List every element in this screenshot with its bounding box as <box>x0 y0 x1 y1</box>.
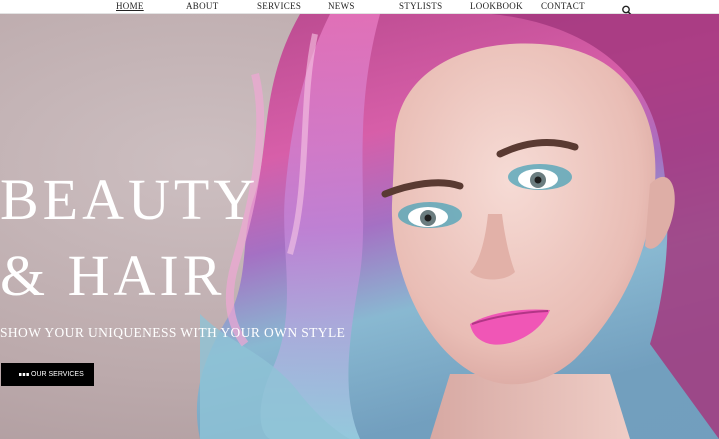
nav-lookbook[interactable]: LOOKBOOK <box>470 1 523 12</box>
hero-section: BEAUTY & HAIR SHOW YOUR UNIQUENESS WITH … <box>0 14 719 439</box>
nav-stylists[interactable]: STYLISTS <box>399 1 442 12</box>
top-navigation-bar: HOME ABOUT SERVICES NEWS STYLISTS LOOKBO… <box>0 0 719 16</box>
nav-services[interactable]: SERVICES <box>257 1 301 12</box>
search-icon[interactable] <box>621 1 633 16</box>
nav-news[interactable]: NEWS <box>328 1 355 12</box>
hero-tagline: SHOW YOUR UNIQUENESS WITH YOUR OWN STYLE <box>0 325 346 340</box>
our-services-button[interactable]: OUR SERVICES <box>1 363 94 386</box>
hero-title-line2: & HAIR <box>0 243 226 308</box>
cta-label: OUR SERVICES <box>31 371 84 378</box>
nav-about[interactable]: ABOUT <box>186 1 219 12</box>
hero-title-line1: BEAUTY <box>0 167 260 232</box>
nav-contact[interactable]: CONTACT <box>541 1 585 12</box>
dots-icon <box>19 373 29 376</box>
nav-home[interactable]: HOME <box>116 1 144 12</box>
